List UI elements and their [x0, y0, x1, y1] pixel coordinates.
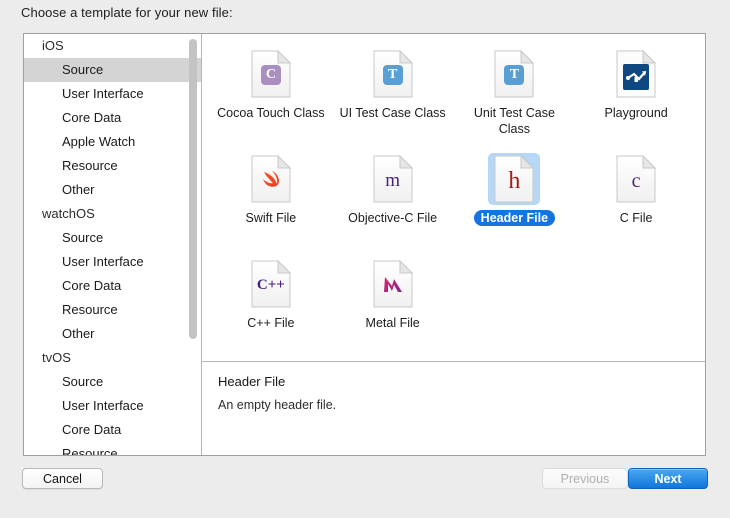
template-item-label: Playground — [604, 106, 668, 120]
sidebar-item-source[interactable]: Source — [24, 370, 201, 394]
template-item-unit-test-case-class[interactable]: T Unit Test Case Class — [454, 46, 576, 151]
sidebar-item-label: Core Data — [62, 278, 122, 293]
sidebar-item-source[interactable]: Source — [24, 58, 201, 82]
sidebar-item-core-data[interactable]: Core Data — [24, 106, 201, 130]
template-item-cocoa-touch-class[interactable]: C Cocoa Touch Class — [210, 46, 332, 151]
sidebar-item-tvos[interactable]: tvOS — [24, 346, 201, 370]
template-item-label: C File — [619, 211, 653, 225]
template-item-label: Swift File — [245, 211, 297, 225]
template-description-panel: Header File An empty header file. — [202, 361, 705, 455]
sidebar-item-label: Resource — [62, 158, 118, 173]
platform-category-sidebar: iOS Source User Interface Core Data Apple Wa… — [24, 34, 202, 455]
sidebar-item-source[interactable]: Source — [24, 226, 201, 250]
sidebar-item-label: iOS — [42, 38, 64, 53]
template-item-label: Objective-C File — [348, 211, 438, 225]
template-item-metal-file[interactable]: Metal File — [332, 256, 454, 361]
sidebar-item-label: User Interface — [62, 398, 144, 413]
swift-file-icon — [245, 153, 297, 205]
metal-file-icon — [367, 258, 419, 310]
sidebar-item-core-data[interactable]: Core Data — [24, 274, 201, 298]
template-item-c-file[interactable]: c C File — [575, 151, 697, 256]
sidebar-item-label: tvOS — [42, 350, 71, 365]
previous-button[interactable]: Previous — [542, 468, 628, 489]
template-item-label: Unit Test Case Class — [473, 106, 555, 136]
template-item-label: Header File — [473, 210, 556, 226]
sidebar-item-apple-watch[interactable]: Apple Watch — [24, 130, 201, 154]
template-item-header-file[interactable]: h Header File — [454, 151, 576, 256]
sidebar-item-label: Core Data — [62, 110, 122, 125]
sidebar-item-label: Resource — [62, 302, 118, 317]
header-file-icon: h — [488, 153, 541, 205]
sidebar-item-other[interactable]: Other — [24, 178, 201, 202]
template-item-label: UI Test Case Class — [339, 106, 446, 120]
dialog-footer: Cancel Previous Next — [0, 456, 730, 518]
sidebar-list[interactable]: iOS Source User Interface Core Data Apple Wa… — [24, 34, 201, 455]
template-item-objective-c-file[interactable]: m Objective-C File — [332, 151, 454, 256]
template-main-pane: C Cocoa Touch Class T UI Test Case Class T Un… — [202, 34, 705, 455]
sidebar-item-label: Other — [62, 326, 95, 341]
c-file-icon: c — [610, 153, 662, 205]
sidebar-item-label: Source — [62, 230, 104, 245]
template-item-label: C++ File — [247, 316, 295, 330]
description-title: Header File — [218, 374, 286, 389]
sidebar-item-resource[interactable]: Resource — [24, 298, 201, 322]
sidebar-item-label: Resource — [62, 446, 118, 455]
sidebar-item-watchos[interactable]: watchOS — [24, 202, 201, 226]
sidebar-item-core-data[interactable]: Core Data — [24, 418, 201, 442]
sidebar-item-label: Source — [62, 62, 104, 77]
sidebar-item-label: Other — [62, 182, 95, 197]
template-item-c-file[interactable]: C++ C++ File — [210, 256, 332, 361]
template-item-label: Metal File — [365, 316, 420, 330]
next-button[interactable]: Next — [628, 468, 708, 489]
sidebar-item-label: User Interface — [62, 254, 144, 269]
sidebar-item-user-interface[interactable]: User Interface — [24, 394, 201, 418]
template-item-swift-file[interactable]: Swift File — [210, 151, 332, 256]
objective-c-file-icon: m — [367, 153, 419, 205]
sidebar-item-ios[interactable]: iOS — [24, 34, 201, 58]
template-chooser-panel: iOS Source User Interface Core Data Apple Wa… — [23, 33, 706, 456]
template-grid[interactable]: C Cocoa Touch Class T UI Test Case Class T Un… — [202, 34, 705, 361]
template-item-ui-test-case-class[interactable]: T UI Test Case Class — [332, 46, 454, 151]
sidebar-item-user-interface[interactable]: User Interface — [24, 250, 201, 274]
description-body: An empty header file. — [218, 398, 337, 412]
sidebar-item-label: Core Data — [62, 422, 122, 437]
sidebar-item-label: watchOS — [42, 206, 95, 221]
sidebar-scrollbar-thumb[interactable] — [189, 39, 197, 339]
sidebar-item-user-interface[interactable]: User Interface — [24, 82, 201, 106]
ui-test-case-class-icon: T — [367, 48, 419, 100]
sidebar-item-other[interactable]: Other — [24, 322, 201, 346]
cancel-button[interactable]: Cancel — [22, 468, 103, 489]
sidebar-item-label: Apple Watch — [62, 134, 136, 149]
cpp-file-icon: C++ — [245, 258, 297, 310]
playground-icon — [610, 48, 662, 100]
sidebar-item-resource[interactable]: Resource — [24, 154, 201, 178]
template-item-label: Cocoa Touch Class — [217, 106, 325, 120]
unit-test-case-class-icon: T — [488, 48, 540, 100]
sidebar-item-label: User Interface — [62, 86, 144, 101]
sidebar-item-resource[interactable]: Resource — [24, 442, 201, 455]
page-title: Choose a template for your new file: — [21, 5, 233, 20]
sidebar-scrollbar-track[interactable] — [189, 36, 199, 453]
cocoa-touch-class-icon: C — [245, 48, 297, 100]
sidebar-item-label: Source — [62, 374, 104, 389]
template-item-playground[interactable]: Playground — [575, 46, 697, 151]
